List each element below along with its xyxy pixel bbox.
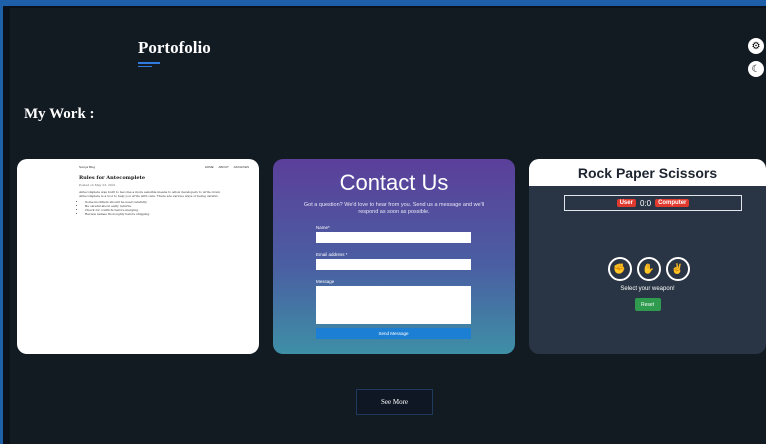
doc-nav-home: HOME <box>204 165 214 169</box>
paper-button[interactable]: ✋ <box>636 257 661 281</box>
weapon-choices: ✊ ✋ ✌ <box>529 257 766 281</box>
window-left-border <box>0 0 3 444</box>
doc-nav-archives: ARCHIVES <box>233 165 249 169</box>
message-field[interactable] <box>316 286 471 324</box>
doc-body: Antecomplete was built to become a more … <box>79 190 249 216</box>
scoreboard: User 0:0 Computer <box>564 195 742 211</box>
name-field[interactable] <box>316 232 471 243</box>
brand-underline-secondary <box>138 66 152 67</box>
paper-icon: ✋ <box>642 263 655 275</box>
project-card-contact[interactable]: Contact Us Got a question? We'd love to … <box>273 159 515 354</box>
doc-paragraph: Antecomplete is a tool to help you write… <box>79 194 219 198</box>
rps-title: Rock Paper Scissors <box>529 159 766 186</box>
message-label: Message <box>316 279 335 284</box>
doc-meta: Posted on May 23, 2021 <box>79 183 116 187</box>
scissors-icon: ✌ <box>671 263 684 275</box>
doc-nav: HOME ABOUT ARCHIVES <box>201 165 249 169</box>
contact-subtitle: Got a question? We'd love to hear from y… <box>303 202 485 215</box>
select-weapon-text: Select your weapon! <box>620 286 675 292</box>
computer-badge: Computer <box>655 199 690 207</box>
project-card-blog[interactable]: Soniya Blog HOME ABOUT ARCHIVES Rules fo… <box>17 159 259 354</box>
rock-icon: ✊ <box>613 263 626 275</box>
moon-icon: ☾ <box>751 63 761 75</box>
doc-nav-about: ABOUT <box>218 165 229 169</box>
email-label: Email address * <box>316 252 348 257</box>
scissors-button[interactable]: ✌ <box>665 257 690 281</box>
user-badge: User <box>616 199 636 207</box>
gear-icon: ⚙ <box>751 40 761 52</box>
rock-button[interactable]: ✊ <box>607 257 632 281</box>
email-field[interactable] <box>316 259 471 270</box>
settings-button[interactable]: ⚙ <box>748 38 764 54</box>
reset-button[interactable]: Reset <box>634 298 661 311</box>
see-more-button[interactable]: See More <box>356 389 433 415</box>
doc-header: Soniya Blog HOME ABOUT ARCHIVES <box>17 159 259 169</box>
section-title: My Work : <box>24 106 95 122</box>
contact-title: Contact Us <box>339 170 449 195</box>
doc-site-name: Soniya Blog <box>79 165 96 169</box>
doc-list-item: Review names thoroughly before shipping. <box>85 212 249 216</box>
send-message-button[interactable]: Send Message <box>316 328 471 339</box>
theme-toggle-button[interactable]: ☾ <box>748 61 764 77</box>
doc-list: Some modifiers should be used carefully.… <box>85 200 249 216</box>
score-value: 0:0 <box>639 198 652 208</box>
window-top-border <box>0 0 766 6</box>
brand-title[interactable]: Portofolio <box>138 38 211 58</box>
brand-underline <box>138 62 160 64</box>
doc-title: Rules for Antecomplete <box>79 175 146 181</box>
project-card-rps[interactable]: Rock Paper Scissors User 0:0 Computer ✊ … <box>529 159 766 354</box>
name-label: Name* <box>316 225 330 230</box>
